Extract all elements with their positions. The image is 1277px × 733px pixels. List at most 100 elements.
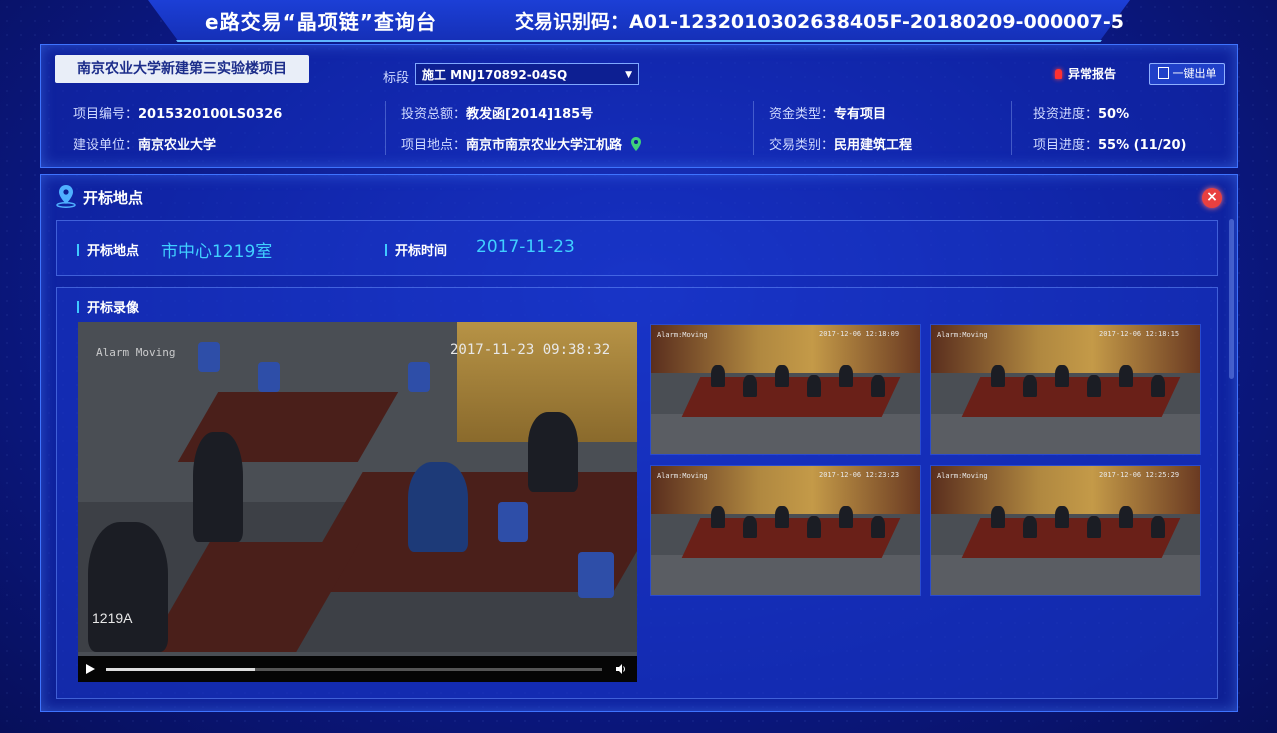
thumbnail-scene [711,506,725,528]
section-title: 开标地点 [83,189,144,207]
video-room-label: 1219A [92,610,133,626]
thumbnail-scene [743,375,757,397]
thumbnail-scene [931,414,1200,454]
alarm-report-label: 异常报告 [1068,67,1117,81]
time-value: 2017-11-23 [476,237,575,257]
transaction-code-label: 交易识别码： [515,11,630,33]
bid-info-box: 开标地点 市中心1219室 开标时间 2017-11-23 [56,220,1218,276]
video-thumbnail[interactable]: Alarm:Moving 2017-12-06 12:23:23 [650,465,921,596]
location-pin-icon [56,185,76,208]
video-scene [408,362,430,392]
thumbnail-scene [1119,365,1133,387]
trade-type-value: 民用建筑工程 [834,138,913,153]
section-select[interactable]: 施工 MNJ170892-04SQ ▼ [415,63,639,85]
close-icon[interactable]: × [1202,188,1222,208]
location-field: 项目地点：南京市南京农业大学江机路 [401,134,642,153]
invest-progress-value: 50% [1098,107,1130,122]
thumbnail-scene [839,506,853,528]
thumbnail-scene [1023,375,1037,397]
video-scene [578,552,614,598]
investment-field: 投资总额：教发函[2014]185号 [401,103,593,122]
thumbnail-scene [871,516,885,538]
map-pin-icon[interactable] [630,137,642,151]
project-progress-value: 55% (11/20) [1098,138,1187,153]
place-value: 市中心1219室 [161,242,273,262]
export-button[interactable]: 一键出单 [1149,63,1225,85]
tick-marker [77,244,79,256]
thumbnail-scene [871,375,885,397]
thumbnail-scene [839,365,853,387]
divider [385,101,386,155]
video-scene [408,462,468,552]
video-progress-fill [106,668,255,671]
section-select-value: 施工 MNJ170892-04SQ [422,68,568,82]
thumbnail-alarm-text: Alarm:Moving [937,472,988,480]
thumbnail-timestamp: 2017-12-06 12:23:23 [819,471,900,479]
thumbnail-scene [991,365,1005,387]
alarm-report-button[interactable]: 异常报告 [1055,65,1116,82]
app-title: e路交易“晶项链”查询台 [205,10,437,34]
builder-field: 建设单位：南京农业大学 [73,134,216,153]
thumbnail-scene [1087,375,1101,397]
chevron-down-icon: ▼ [625,70,632,80]
thumbnail-scene [1087,516,1101,538]
investment-value: 教发函[2014]185号 [466,107,594,122]
scrollbar[interactable] [1229,219,1234,379]
location-label: 项目地点： [401,138,467,153]
video-scene [498,502,528,542]
thumbnail-alarm-text: Alarm:Moving [937,331,988,339]
thumbnail-scene [991,506,1005,528]
video-scene [198,342,220,372]
project-progress-field: 项目进度：55% (11/20) [1033,134,1186,153]
recording-label: 开标录像 [87,301,140,316]
video-thumbnail[interactable]: Alarm:Moving 2017-12-06 12:18:09 [650,324,921,455]
thumbnail-scene [743,516,757,538]
video-timestamp: 2017-11-23 09:38:32 [450,342,611,358]
thumbnail-scene [1055,365,1069,387]
thumbnail-scene [807,375,821,397]
thumbnail-timestamp: 2017-12-06 12:25:29 [1099,471,1180,479]
tick-marker [385,244,387,256]
tick-marker [77,301,79,313]
project-no-value: 2015320100LS0326 [138,107,283,122]
document-icon [1157,67,1169,79]
video-thumbnail[interactable]: Alarm:Moving 2017-12-06 12:25:29 [930,465,1201,596]
project-header-panel: 南京农业大学新建第三实验楼项目 标段 施工 MNJ170892-04SQ ▼ 异… [40,44,1238,168]
thumbnail-scene [711,365,725,387]
export-label: 一键出单 [1172,67,1217,80]
thumbnail-alarm-text: Alarm:Moving [657,472,708,480]
video-controls [78,656,637,682]
transaction-code-value: A01-1232010302638405F-20180209-000007-5 [629,11,1124,33]
place-label-wrap: 开标地点 [77,240,139,259]
video-scene [88,522,168,652]
trade-type-field: 交易类别：民用建筑工程 [769,134,912,153]
play-icon[interactable] [86,664,95,674]
section-label: 标段 [383,71,410,86]
project-progress-label: 项目进度： [1033,138,1099,153]
thumbnail-scene [1151,516,1165,538]
thumbnail-scene [1151,375,1165,397]
builder-value: 南京农业大学 [138,138,217,153]
main-video-player[interactable]: Alarm Moving 2017-11-23 09:38:32 1219A [78,322,637,682]
project-no-field: 项目编号：2015320100LS0326 [73,103,282,122]
thumbnail-timestamp: 2017-12-06 12:18:15 [1099,330,1180,338]
invest-progress-field: 投资进度：50% [1033,103,1129,122]
recording-label-wrap: 开标录像 [77,297,139,316]
thumbnail-alarm-text: Alarm:Moving [657,331,708,339]
video-progress-bar[interactable] [106,668,602,671]
fund-type-label: 资金类型： [769,107,835,122]
invest-progress-label: 投资进度： [1033,107,1099,122]
thumbnail-scene [775,506,789,528]
video-thumbnail[interactable]: Alarm:Moving 2017-12-06 12:18:15 [930,324,1201,455]
investment-label: 投资总额： [401,107,467,122]
thumbnail-scene [1055,506,1069,528]
thumbnail-scene [931,555,1200,595]
video-scene [258,362,280,392]
project-no-label: 项目编号： [73,107,139,122]
volume-icon[interactable] [616,664,626,674]
fund-type-value: 专有项目 [834,107,887,122]
trade-type-label: 交易类别： [769,138,835,153]
time-label: 开标时间 [395,244,448,259]
time-label-wrap: 开标时间 [385,240,447,259]
divider [1011,101,1012,155]
